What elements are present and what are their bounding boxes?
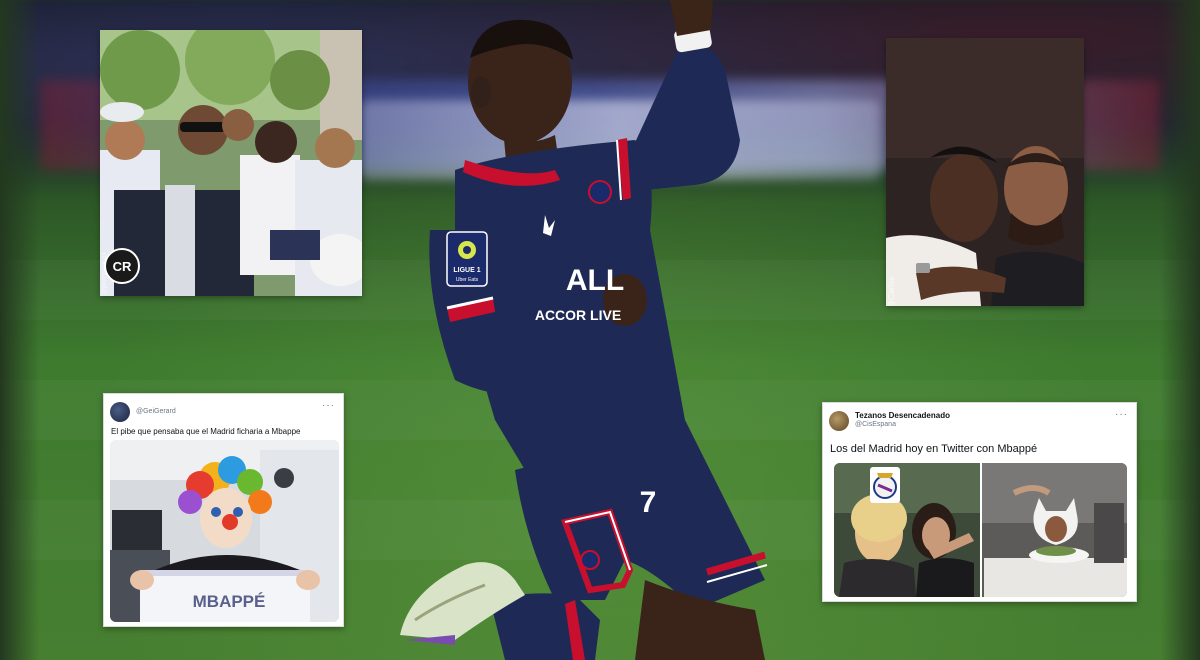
image-edge-left bbox=[0, 0, 40, 660]
tweet-media-meme[interactable] bbox=[834, 463, 1127, 597]
player-celebrating: LIGUE 1 Uber Eats ALL ACCOR LIVE 7 bbox=[395, 0, 795, 660]
ligue1-badge-text: LIGUE 1 bbox=[453, 267, 480, 274]
tweet-avatar[interactable] bbox=[829, 411, 849, 431]
sponsor-all-text: ALL bbox=[566, 264, 624, 297]
player-figure: LIGUE 1 Uber Eats ALL ACCOR LIVE 7 bbox=[400, 0, 768, 660]
tweet-media-clown[interactable]: MBAPPÉ bbox=[110, 440, 339, 622]
celebration-photo bbox=[100, 30, 362, 296]
tweet-header: @GeiGerard ··· bbox=[110, 400, 337, 426]
woman-yelling-at-cat-photo bbox=[834, 463, 1127, 597]
tweet-card-woman-yelling-meme[interactable]: Tezanos Desencadenado @CisEspana ··· Los… bbox=[822, 402, 1137, 602]
tweet-author-name: Tezanos Desencadenado bbox=[855, 411, 950, 420]
shirt-name-text: MBAPPÉ bbox=[192, 592, 266, 611]
tweet-avatar[interactable] bbox=[110, 402, 130, 422]
tweet-card-clown-meme[interactable]: @GeiGerard ··· El pibe que pensaba que e… bbox=[103, 393, 344, 627]
tweet-author-handle[interactable]: @CisEspana bbox=[855, 421, 896, 428]
shorts-number: 7 bbox=[640, 486, 657, 519]
cr-logo-badge: CR bbox=[104, 248, 140, 284]
image-edge-right bbox=[1160, 0, 1200, 660]
more-options-icon[interactable]: ··· bbox=[1115, 409, 1128, 420]
photo-inset-selfie: @Carlos bbox=[886, 38, 1084, 306]
sponsor-accor-text: ACCOR LIVE bbox=[535, 307, 621, 323]
more-options-icon[interactable]: ··· bbox=[322, 400, 335, 411]
selfie-photo bbox=[886, 38, 1084, 306]
tweet-text: Los del Madrid hoy en Twitter con Mbappé bbox=[830, 443, 1038, 455]
photo-inset-celebration-group: @pronosticos CR bbox=[100, 30, 362, 296]
tweet-author-handle[interactable]: @GeiGerard bbox=[136, 408, 176, 415]
tweet-header: Tezanos Desencadenado @CisEspana ··· bbox=[829, 409, 1130, 435]
inset-watermark: @Carlos bbox=[887, 276, 896, 306]
ligue1-badge-sub: Uber Eats bbox=[456, 277, 479, 283]
tweet-text: El pibe que pensaba que el Madrid fichar… bbox=[111, 427, 301, 436]
